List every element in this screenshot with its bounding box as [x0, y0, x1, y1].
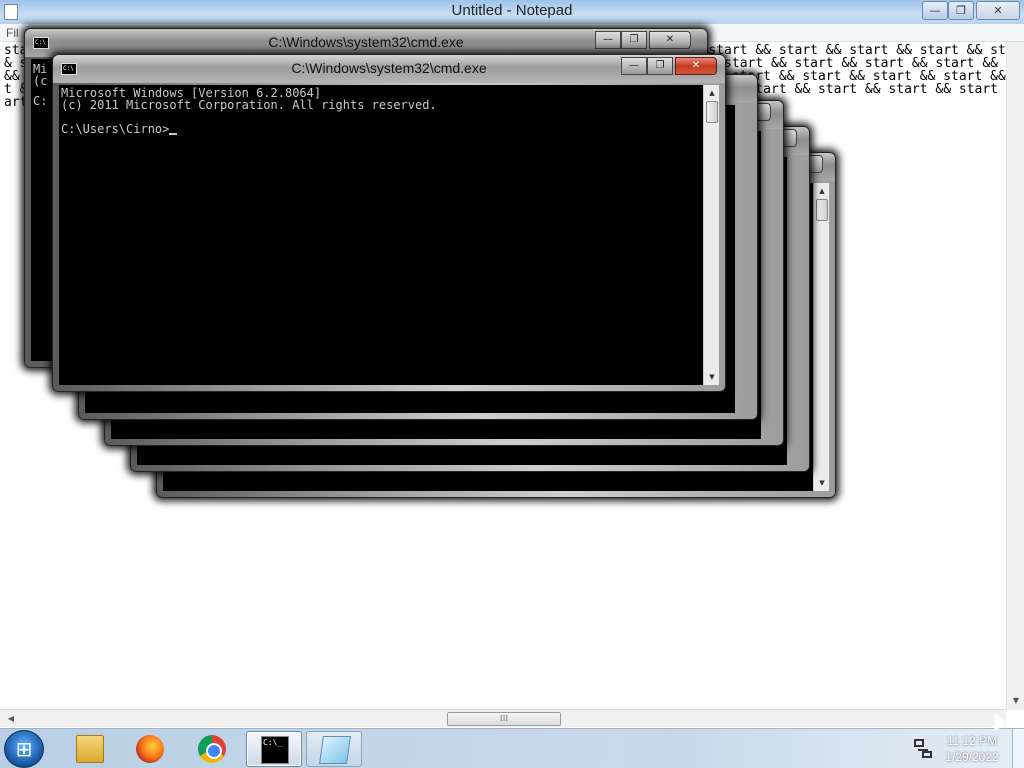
- scroll-up-arrow-icon[interactable]: ▲: [705, 86, 719, 100]
- command-prompt-icon: C:\_: [261, 736, 289, 764]
- scroll-up-arrow-icon[interactable]: ▲: [815, 184, 829, 198]
- clock-time[interactable]: 11:12 PM: [940, 734, 1004, 748]
- start-orb-icon[interactable]: ⊞: [4, 730, 44, 768]
- cmd-titlebar[interactable]: C:\ C:\Windows\system32\cmd.exe — ❐ ✕: [25, 29, 707, 57]
- horizontal-scroll-thumb[interactable]: ⁞⁞⁞: [447, 712, 561, 726]
- notepad-icon: [319, 736, 351, 764]
- scroll-thumb[interactable]: [706, 101, 718, 123]
- text-cursor: [169, 133, 178, 135]
- scroll-down-arrow-icon[interactable]: ▼: [815, 476, 829, 490]
- taskbar-chrome-button[interactable]: [184, 731, 240, 767]
- taskbar: ⊞ C:\_ 11:12 PM 1/29/2022: [0, 728, 1024, 768]
- file-explorer-icon: [76, 735, 104, 763]
- show-desktop-button[interactable]: [1012, 729, 1024, 768]
- close-button[interactable]: ✕: [976, 1, 1020, 20]
- taskbar-cmd-button[interactable]: C:\_: [246, 731, 302, 767]
- taskbar-firefox-button[interactable]: [122, 731, 178, 767]
- close-button[interactable]: ✕: [675, 57, 717, 75]
- vertical-scrollbar[interactable]: ▲ ▼: [703, 85, 719, 385]
- restore-button[interactable]: ❐: [948, 1, 974, 20]
- console-area[interactable]: Microsoft Windows [Version 6.2.8064] (c) …: [59, 85, 703, 385]
- cmd-window-active[interactable]: C:\ C:\Windows\system32\cmd.exe — ❐ ✕ Mi…: [52, 54, 726, 392]
- console-copyright-line: (c) 2011 Microsoft Corporation. All righ…: [61, 98, 437, 112]
- taskbar-explorer-button[interactable]: [62, 731, 118, 767]
- scroll-down-arrow-icon[interactable]: ▼: [705, 370, 719, 384]
- chrome-icon: [198, 735, 226, 763]
- maximize-button[interactable]: ❐: [621, 31, 647, 49]
- scroll-left-arrow-icon[interactable]: ◀: [4, 712, 18, 726]
- vertical-scrollbar[interactable]: ▲ ▼: [813, 183, 829, 491]
- minimize-button[interactable]: —: [621, 57, 647, 75]
- taskbar-notepad-button[interactable]: [306, 731, 362, 767]
- console-prompt: C:\Users\Cirno>: [61, 122, 170, 136]
- minimize-button[interactable]: —: [922, 1, 948, 20]
- clock-date[interactable]: 1/29/2022: [940, 750, 1004, 764]
- scroll-down-arrow-icon[interactable]: ▼: [1009, 694, 1023, 708]
- vertical-scrollbar[interactable]: ▼: [1006, 42, 1024, 710]
- maximize-button[interactable]: ❐: [647, 57, 673, 75]
- menu-file[interactable]: Fil: [6, 26, 19, 40]
- notepad-title: Untitled - Notepad: [451, 2, 573, 19]
- cmd-titlebar[interactable]: C:\ C:\Windows\system32\cmd.exe — ❐ ✕: [53, 55, 725, 83]
- close-button[interactable]: ✕: [649, 31, 691, 49]
- notepad-titlebar[interactable]: Untitled - Notepad — ❐ ✕: [0, 0, 1024, 24]
- firefox-icon: [136, 735, 164, 763]
- minimize-button[interactable]: —: [595, 31, 621, 49]
- scroll-thumb[interactable]: [816, 199, 828, 221]
- network-icon[interactable]: [912, 739, 932, 759]
- horizontal-scrollbar[interactable]: ◀ ⁞⁞⁞: [0, 709, 1006, 727]
